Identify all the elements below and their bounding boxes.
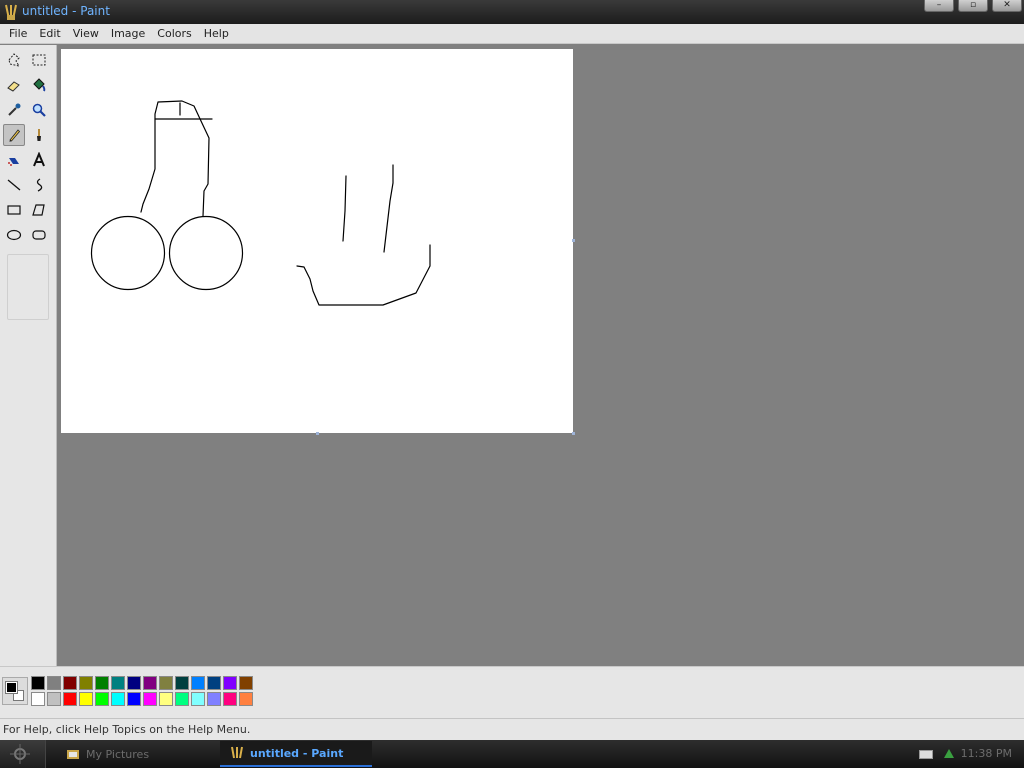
palette-swatch[interactable] xyxy=(207,676,221,690)
magnifier-icon xyxy=(32,103,46,117)
workspace xyxy=(58,45,1024,666)
start-button[interactable] xyxy=(0,740,46,768)
free-form-select-icon xyxy=(8,53,21,67)
close-button[interactable]: ✕ xyxy=(992,0,1022,12)
minimize-button[interactable]: – xyxy=(924,0,954,12)
pencil-icon xyxy=(9,129,21,142)
menu-image[interactable]: Image xyxy=(105,27,151,40)
pencil-tool[interactable] xyxy=(3,124,25,146)
fill-tool[interactable] xyxy=(28,74,50,96)
polygon-tool[interactable] xyxy=(28,199,50,221)
palette-swatch[interactable] xyxy=(223,676,237,690)
palette-swatch[interactable] xyxy=(239,692,253,706)
palette-swatch[interactable] xyxy=(31,676,45,690)
eyedropper-icon xyxy=(8,103,21,116)
rounded-rectangle-icon xyxy=(32,230,46,240)
task-paint[interactable]: untitled - Paint xyxy=(220,741,372,767)
tool-options-box[interactable] xyxy=(7,254,49,320)
rectangle-icon xyxy=(7,205,21,215)
palette-swatch[interactable] xyxy=(223,692,237,706)
rectangle-tool[interactable] xyxy=(3,199,25,221)
menu-file[interactable]: File xyxy=(3,27,33,40)
palette-swatch[interactable] xyxy=(239,676,253,690)
palette-swatch[interactable] xyxy=(175,692,189,706)
palette-swatch[interactable] xyxy=(63,676,77,690)
select-tool[interactable] xyxy=(28,49,50,71)
menu-view[interactable]: View xyxy=(67,27,105,40)
canvas-drawing xyxy=(90,100,431,306)
palette-swatch[interactable] xyxy=(95,676,109,690)
system-tray: 11:38 PM xyxy=(904,740,1024,768)
title-bar: untitled - Paint – ▫ ✕ xyxy=(0,0,1024,24)
palette-swatch[interactable] xyxy=(79,692,93,706)
paint-app-icon xyxy=(5,4,17,20)
free-form-select-tool[interactable] xyxy=(3,49,25,71)
network-icon[interactable] xyxy=(942,746,956,760)
palette-swatch[interactable] xyxy=(47,692,61,706)
resize-handle-bottom[interactable] xyxy=(316,432,319,435)
text-tool[interactable] xyxy=(28,149,50,171)
text-a-icon xyxy=(33,152,45,167)
taskbar: My Pictures untitled - Paint 11:38 PM xyxy=(0,740,1024,768)
palette-swatch[interactable] xyxy=(95,692,109,706)
polygon-icon xyxy=(32,204,45,216)
keyboard-icon[interactable] xyxy=(919,750,933,759)
palette-swatch[interactable] xyxy=(127,692,141,706)
menu-colors[interactable]: Colors xyxy=(151,27,197,40)
start-gear-icon xyxy=(10,744,30,764)
palette-swatch[interactable] xyxy=(111,676,125,690)
line-icon xyxy=(7,179,21,191)
palette-swatch[interactable] xyxy=(159,692,173,706)
window-title: untitled - Paint xyxy=(22,4,110,18)
drawing-canvas[interactable] xyxy=(61,49,573,433)
palette-swatch[interactable] xyxy=(111,692,125,706)
eraser-icon xyxy=(7,81,20,92)
task-my-pictures[interactable]: My Pictures xyxy=(56,741,216,767)
palette-swatch[interactable] xyxy=(207,692,221,706)
ellipse-icon xyxy=(6,229,22,241)
clock[interactable]: 11:38 PM xyxy=(961,747,1012,760)
maximize-button[interactable]: ▫ xyxy=(958,0,988,12)
resize-handle-right[interactable] xyxy=(572,239,575,242)
rounded-rectangle-tool[interactable] xyxy=(28,224,50,246)
current-colors[interactable] xyxy=(2,677,28,705)
palette-swatch[interactable] xyxy=(143,676,157,690)
brush-icon xyxy=(37,129,41,141)
menu-help[interactable]: Help xyxy=(198,27,235,40)
brush-tool[interactable] xyxy=(28,124,50,146)
palette-swatch[interactable] xyxy=(175,676,189,690)
color-palette-bar xyxy=(0,666,1024,718)
task-label: My Pictures xyxy=(86,747,150,761)
magnifier-tool[interactable] xyxy=(28,99,50,121)
eraser-tool[interactable] xyxy=(3,74,25,96)
airbrush-icon xyxy=(8,158,19,166)
curve-icon xyxy=(36,178,43,192)
status-help-text: For Help, click Help Topics on the Help … xyxy=(3,723,251,736)
airbrush-tool[interactable] xyxy=(3,149,25,171)
ellipse-tool[interactable] xyxy=(3,224,25,246)
toolbox xyxy=(0,45,57,666)
pick-color-tool[interactable] xyxy=(3,99,25,121)
palette-swatch[interactable] xyxy=(47,676,61,690)
palette-swatch[interactable] xyxy=(159,676,173,690)
palette-swatch[interactable] xyxy=(63,692,77,706)
menu-edit[interactable]: Edit xyxy=(33,27,66,40)
palette-swatch[interactable] xyxy=(191,676,205,690)
palette-swatch[interactable] xyxy=(127,676,141,690)
rect-select-icon xyxy=(32,54,46,66)
palette-swatch[interactable] xyxy=(143,692,157,706)
task-label: untitled - Paint xyxy=(250,746,344,760)
foreground-color-swatch xyxy=(5,681,18,694)
line-tool[interactable] xyxy=(3,174,25,196)
menu-bar: File Edit View Image Colors Help xyxy=(0,24,1024,44)
paint-app-icon xyxy=(231,746,243,759)
curve-tool[interactable] xyxy=(28,174,50,196)
status-bar: For Help, click Help Topics on the Help … xyxy=(0,718,1024,740)
folder-icon xyxy=(67,750,79,759)
palette-swatch[interactable] xyxy=(31,692,45,706)
palette-swatch[interactable] xyxy=(79,676,93,690)
paint-bucket-icon xyxy=(33,78,46,92)
resize-handle-corner[interactable] xyxy=(572,432,575,435)
palette-swatch[interactable] xyxy=(191,692,205,706)
